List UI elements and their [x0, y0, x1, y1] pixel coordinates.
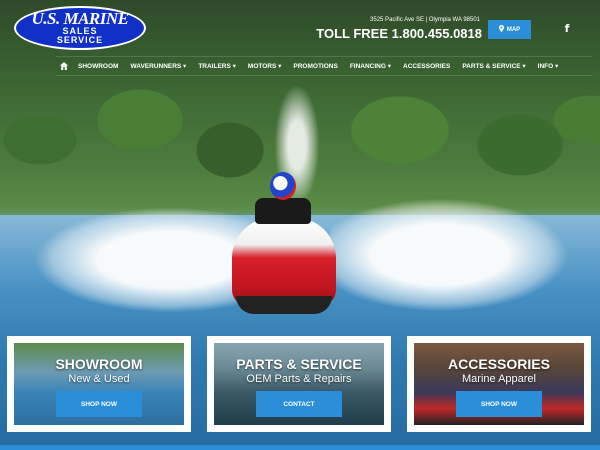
- nav-item-showroom[interactable]: SHOWROOM: [72, 56, 124, 76]
- tile-title: PARTS & SERVICE: [236, 356, 362, 372]
- shop-now-button[interactable]: SHOP NOW: [456, 391, 542, 417]
- nav-item-parts-service[interactable]: PARTS & SERVICE ▾: [456, 56, 531, 76]
- tile-accessories[interactable]: ACCESSORIES Marine Apparel SHOP NOW: [407, 336, 591, 432]
- hero-spray-right: [330, 175, 600, 325]
- logo-line-1: U.S. MARINE: [31, 9, 129, 28]
- nav-item-trailers[interactable]: TRAILERS ▾: [192, 56, 242, 76]
- tile-showroom-image: SHOWROOM New & Used SHOP NOW: [14, 343, 184, 425]
- phone-number[interactable]: TOLL FREE 1.800.455.0818: [300, 26, 482, 41]
- nav-item-motors[interactable]: MOTORS ▾: [242, 56, 287, 76]
- tile-subtitle: New & Used: [68, 373, 130, 385]
- logo-line-3: SERVICE: [56, 35, 104, 45]
- jet-ski: [232, 218, 336, 306]
- map-button[interactable]: MAP: [488, 20, 531, 39]
- map-pin-icon: [498, 25, 504, 34]
- jet-ski-hull: [236, 296, 332, 314]
- tile-showroom[interactable]: SHOWROOM New & Used SHOP NOW: [7, 336, 191, 432]
- nav-item-info[interactable]: INFO ▾: [532, 56, 565, 76]
- tile-subtitle: Marine Apparel: [462, 373, 536, 385]
- tile-parts-service[interactable]: PARTS & SERVICE OEM Parts & Repairs CONT…: [207, 336, 391, 432]
- contact-button[interactable]: CONTACT: [256, 391, 342, 417]
- rider: [255, 198, 311, 224]
- tile-title: SHOWROOM: [55, 356, 143, 372]
- site-logo[interactable]: U.S. MARINE SALES SERVICE: [14, 6, 146, 50]
- home-icon[interactable]: [56, 56, 72, 76]
- bottom-strip: [0, 445, 600, 450]
- rider-helmet: [270, 172, 296, 200]
- nav-item-waverunners[interactable]: WAVERUNNERS ▾: [124, 56, 192, 76]
- facebook-icon[interactable]: f: [561, 22, 573, 36]
- nav-item-financing[interactable]: FINANCING ▾: [344, 56, 397, 76]
- map-button-label: MAP: [506, 26, 521, 33]
- tile-parts-service-image: PARTS & SERVICE OEM Parts & Repairs CONT…: [214, 343, 384, 425]
- store-address: 3525 Pacific Ave SE | Olympia WA 98501: [370, 17, 480, 23]
- shop-now-button[interactable]: SHOP NOW: [56, 391, 142, 417]
- tile-accessories-image: ACCESSORIES Marine Apparel SHOP NOW: [414, 343, 584, 425]
- tile-subtitle: OEM Parts & Repairs: [246, 373, 352, 385]
- nav-item-accessories[interactable]: ACCESSORIES: [397, 56, 456, 76]
- nav-item-promotions[interactable]: PROMOTIONS: [287, 56, 343, 76]
- tile-title: ACCESSORIES: [448, 356, 550, 372]
- main-nav: SHOWROOM WAVERUNNERS ▾ TRAILERS ▾ MOTORS…: [56, 56, 592, 76]
